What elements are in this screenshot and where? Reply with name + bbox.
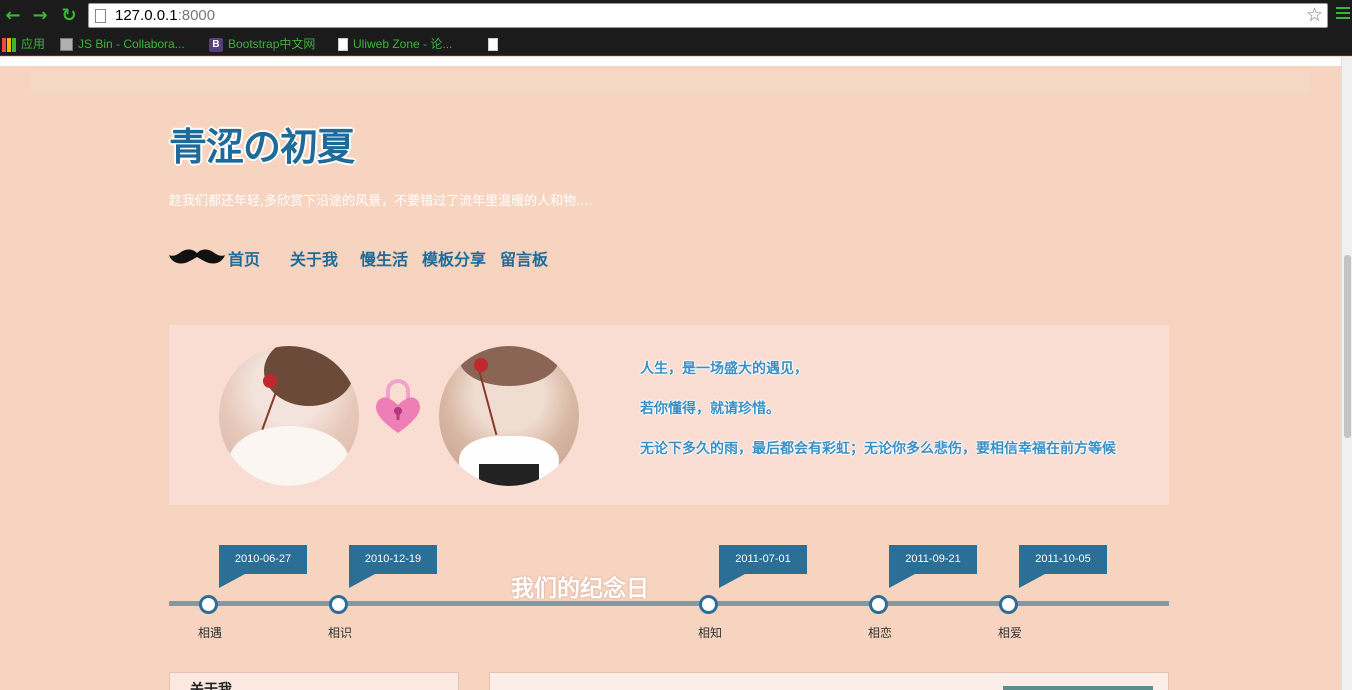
article-thumbnail[interactable]	[1003, 686, 1153, 690]
apps-grid-icon	[2, 37, 16, 52]
back-arrow-icon[interactable]: ←	[2, 5, 24, 27]
reload-icon[interactable]: ↻	[58, 5, 80, 27]
bootstrap-icon: B	[209, 37, 223, 52]
timeline-label: 相知	[698, 626, 723, 640]
address-bar[interactable]: 127.0.0.1:8000 ☆	[88, 3, 1328, 28]
timeline-node[interactable]	[699, 595, 718, 614]
site-subtitle: 趁我们都还年轻,多欣赏下沿途的风景，不要错过了流年里温暖的人和物....	[169, 194, 593, 209]
document-icon	[488, 38, 498, 52]
hero-quote: 若你懂得，就请珍惜。	[640, 401, 780, 417]
timeline-node[interactable]	[329, 595, 348, 614]
hero-banner: 人生，是一场盛大的遇见， 若你懂得，就请珍惜。 无论下多久的雨，最后都会有彩虹；…	[169, 325, 1169, 505]
content-panel	[489, 672, 1169, 690]
site-title: 青涩の初夏	[169, 125, 355, 169]
url-text: 127.0.0.1:8000	[115, 7, 216, 24]
scrollbar-thumb[interactable]	[1344, 255, 1351, 438]
mustache-icon	[169, 249, 225, 264]
timeline-title: 我们的纪念日	[511, 576, 649, 602]
timeline-date-tail	[219, 574, 245, 588]
nav-home[interactable]: 首页	[228, 246, 260, 270]
bookmark-jsbin[interactable]: JS Bin - Collabora...	[60, 35, 185, 53]
browser-toolbar: ← → ↻ 127.0.0.1:8000 ☆	[0, 0, 1352, 32]
timeline-date-tail	[1019, 574, 1045, 588]
about-panel: 关于我	[169, 672, 459, 690]
timeline-line	[169, 601, 1169, 606]
page-content: 青涩の初夏 趁我们都还年轻,多欣赏下沿途的风景，不要错过了流年里温暖的人和物..…	[0, 66, 1341, 690]
page-top-strip	[0, 57, 1341, 66]
nav-templates[interactable]: 模板分享	[422, 246, 486, 270]
timeline-label: 相遇	[198, 626, 223, 640]
timeline-date: 2011-07-01	[719, 545, 807, 574]
timeline-label: 相恋	[868, 626, 893, 640]
timeline-node[interactable]	[199, 595, 218, 614]
timeline-date-tail	[889, 574, 915, 588]
bookmark-uliweb[interactable]: Uliweb Zone - 论...	[338, 35, 452, 53]
timeline-date: 2010-06-27	[219, 545, 307, 574]
bookmark-star-icon[interactable]: ☆	[1306, 4, 1323, 27]
about-panel-title: 关于我	[190, 682, 232, 690]
bookmarks-bar: 应用 JS Bin - Collabora... B Bootstrap中文网 U…	[0, 32, 1352, 56]
top-band	[30, 70, 1310, 92]
nav-about[interactable]: 关于我	[290, 246, 338, 270]
document-icon	[338, 38, 348, 52]
forward-arrow-icon[interactable]: →	[29, 5, 51, 27]
page-icon	[95, 9, 106, 23]
girl-avatar	[219, 346, 359, 486]
timeline-date: 2011-09-21	[889, 545, 977, 574]
boy-avatar	[439, 346, 579, 486]
vertical-scrollbar[interactable]	[1341, 57, 1352, 690]
nav-slow-life[interactable]: 慢生活	[360, 246, 408, 270]
bookmark-blank[interactable]	[488, 35, 503, 53]
timeline-node[interactable]	[999, 595, 1018, 614]
timeline-date-tail	[349, 574, 375, 588]
nav-guestbook[interactable]: 留言板	[500, 246, 548, 270]
hero-quote: 人生，是一场盛大的遇见，	[640, 361, 808, 377]
hero-quote: 无论下多久的雨，最后都会有彩虹；无论你多么悲伤，要相信幸福在前方等候	[640, 441, 1116, 457]
timeline-date: 2010-12-19	[349, 545, 437, 574]
bookmark-apps[interactable]: 应用	[2, 35, 45, 53]
timeline-date-tail	[719, 574, 745, 588]
browser-menu-icon[interactable]	[1336, 7, 1350, 21]
timeline-date: 2011-10-05	[1019, 545, 1107, 574]
jsbin-icon	[60, 38, 73, 52]
bookmark-bootstrap[interactable]: B Bootstrap中文网	[209, 35, 315, 53]
heart-lock-icon	[376, 379, 420, 433]
timeline-label: 相爱	[998, 626, 1023, 640]
timeline-node[interactable]	[869, 595, 888, 614]
timeline-label: 相识	[328, 626, 353, 640]
